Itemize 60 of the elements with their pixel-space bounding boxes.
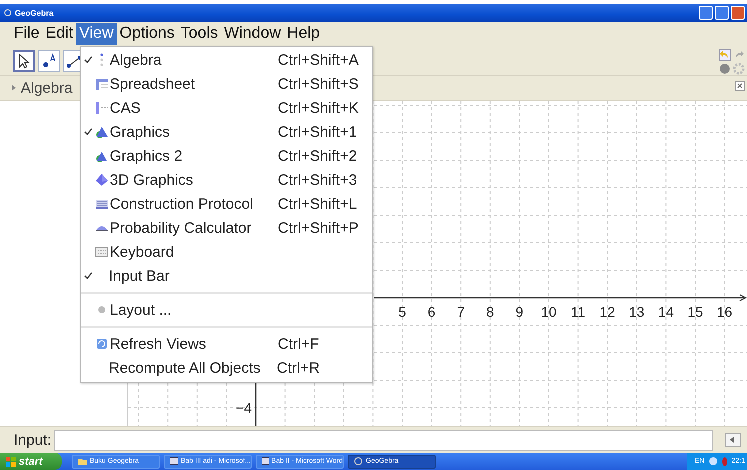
axis-label: 13 [629, 304, 645, 320]
menu-option[interactable]: Construction Protocol Ctrl+Shift+L [81, 192, 372, 216]
axis-label: 10 [541, 304, 557, 320]
menu-option[interactable]: Recompute All Objects Ctrl+R [81, 356, 372, 380]
axis-label: 8 [486, 304, 494, 320]
axis-label: 16 [717, 304, 733, 320]
folder-icon [78, 457, 87, 466]
menu-item[interactable]: File [11, 23, 43, 45]
axis-label: −4 [236, 400, 252, 416]
menu-option[interactable]: Refresh Views Ctrl+F [81, 332, 372, 356]
input-field[interactable] [54, 430, 713, 450]
menu-option[interactable]: Graphics Ctrl+Shift+1 [81, 120, 372, 144]
menu-option[interactable]: Probability Calculator Ctrl+Shift+P [81, 216, 372, 240]
windows-logo-icon [6, 456, 16, 466]
axis-label: 15 [688, 304, 704, 320]
menu-item[interactable]: View [76, 23, 117, 45]
keyboard-toggle-icon[interactable] [725, 433, 741, 447]
menu-item[interactable]: Window [221, 23, 284, 45]
refresh-icon [95, 337, 109, 351]
axis-label: 11 [571, 304, 586, 320]
spreadsheet-icon [95, 77, 109, 91]
y-axis [255, 383, 257, 426]
axis-label: 14 [658, 304, 674, 320]
tool-button[interactable] [38, 50, 60, 72]
undo-icon[interactable] [719, 49, 731, 61]
menu-item[interactable]: Tools [178, 23, 222, 45]
menu-option[interactable]: Input Bar [81, 264, 372, 288]
menu-option[interactable]: Graphics 2 Ctrl+Shift+2 [81, 144, 372, 168]
close-button[interactable] [731, 6, 745, 20]
close-icon[interactable] [735, 81, 745, 91]
keyboard-icon [95, 245, 109, 259]
document-icon [170, 457, 178, 466]
menu-item[interactable]: Edit [42, 23, 76, 45]
view-title: Algebra [21, 80, 73, 96]
collapse-icon[interactable] [12, 85, 16, 91]
document-icon [262, 457, 269, 466]
menu-option[interactable]: Layout ... [81, 298, 372, 322]
menu-option[interactable]: Keyboard [81, 240, 372, 264]
axis-label: 6 [428, 304, 436, 320]
tool-button[interactable] [13, 50, 35, 72]
menu-item[interactable]: Help [284, 23, 324, 45]
menu-option[interactable]: CAS Ctrl+Shift+K [81, 96, 372, 120]
maximize-button[interactable] [715, 6, 729, 20]
window-title: GeoGebra [15, 8, 55, 18]
input-label: Input: [14, 432, 52, 448]
tray-icon[interactable] [708, 457, 718, 466]
cas-icon [95, 101, 109, 115]
axis-label: 9 [516, 304, 524, 320]
graphics-icon [95, 125, 109, 139]
axis-label: 7 [457, 304, 465, 320]
pyramid-icon [95, 173, 109, 187]
app-icon [354, 457, 363, 466]
menu-item[interactable]: Options [116, 23, 178, 45]
menu-option[interactable]: 3D Graphics Ctrl+Shift+3 [81, 168, 372, 192]
table-icon [95, 197, 109, 211]
axis-label: 5 [398, 304, 406, 320]
minimize-button[interactable] [699, 6, 713, 20]
menu-option[interactable]: Spreadsheet Ctrl+Shift+S [81, 72, 372, 96]
app-icon [4, 9, 12, 17]
axis-label: 12 [600, 304, 616, 320]
